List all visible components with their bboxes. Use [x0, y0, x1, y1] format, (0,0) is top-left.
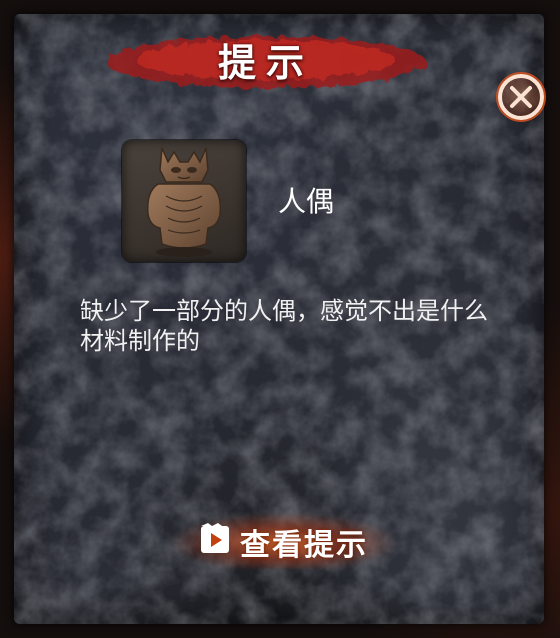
view-hint-label: 查看提示: [240, 528, 368, 563]
dialog-title: 提示: [217, 41, 314, 85]
title-banner: 提示: [96, 24, 436, 100]
clay-figurine-image: [146, 147, 222, 257]
item-image-frame: [122, 140, 246, 262]
item-name: 人偶: [278, 185, 335, 218]
video-play-icon: [201, 523, 229, 553]
close-button[interactable]: [494, 70, 548, 124]
close-x-icon: [494, 70, 548, 124]
view-hint-button[interactable]: 查看提示: [168, 512, 398, 568]
item-description: 缺少了一部分的人偶，感觉不出是什么材料制作的: [80, 297, 488, 355]
